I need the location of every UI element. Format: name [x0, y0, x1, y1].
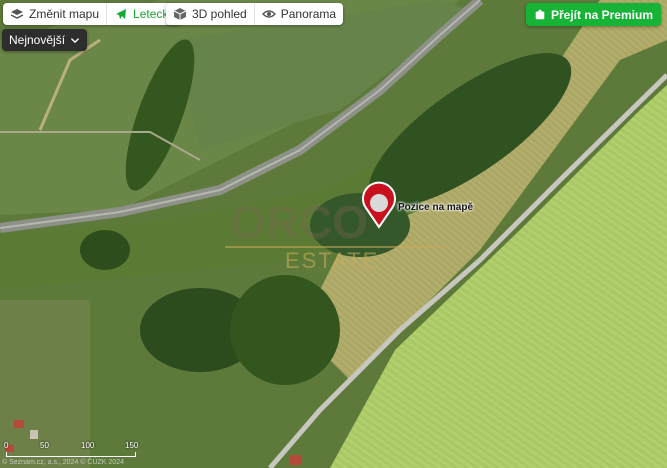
premium-icon [535, 8, 545, 19]
watermark-brand: ORCO [230, 196, 368, 248]
scale-tick: 100 [81, 441, 95, 450]
forest-south [230, 275, 340, 385]
panorama-button[interactable]: Panorama [253, 3, 343, 25]
sort-label: Nejnovější [9, 33, 66, 47]
3d-view-label: 3D pohled [192, 7, 247, 21]
3d-view-button[interactable]: 3D pohled [166, 3, 254, 25]
house [290, 455, 302, 465]
scale-bar: 0 50 100 150 [4, 441, 144, 461]
house [14, 420, 24, 428]
panorama-label: Panorama [280, 7, 337, 21]
premium-label: Přejít na Premium [550, 7, 653, 22]
map-type-switch: Změnit mapu Letecká [3, 3, 183, 25]
copyright-text: © Seznam.cz, a.s., 2024 © ČÚZK 2024 [2, 459, 124, 466]
change-map-label: Změnit mapu [29, 7, 100, 21]
airplane-icon [116, 9, 127, 19]
tree-cluster [80, 230, 130, 270]
marker-label: Pozice na mapě [398, 202, 474, 213]
change-map-button[interactable]: Změnit mapu [3, 3, 106, 25]
premium-button[interactable]: Přejít na Premium [525, 3, 661, 26]
watermark-sub: ESTATE [285, 248, 379, 273]
chevron-down-icon [70, 38, 80, 44]
scale-tick: 150 [125, 441, 139, 450]
layers-icon [10, 9, 24, 19]
aerial-map[interactable]: ORCO ESTATE [0, 0, 667, 468]
view-switch: 3D pohled Panorama [166, 3, 344, 25]
scale-tick: 50 [40, 441, 49, 450]
sort-dropdown[interactable]: Nejnovější [2, 29, 88, 51]
scale-line [6, 452, 136, 457]
house [30, 430, 38, 439]
eye-icon [261, 10, 276, 18]
scale-tick: 0 [4, 441, 9, 450]
cube-icon [173, 8, 187, 20]
